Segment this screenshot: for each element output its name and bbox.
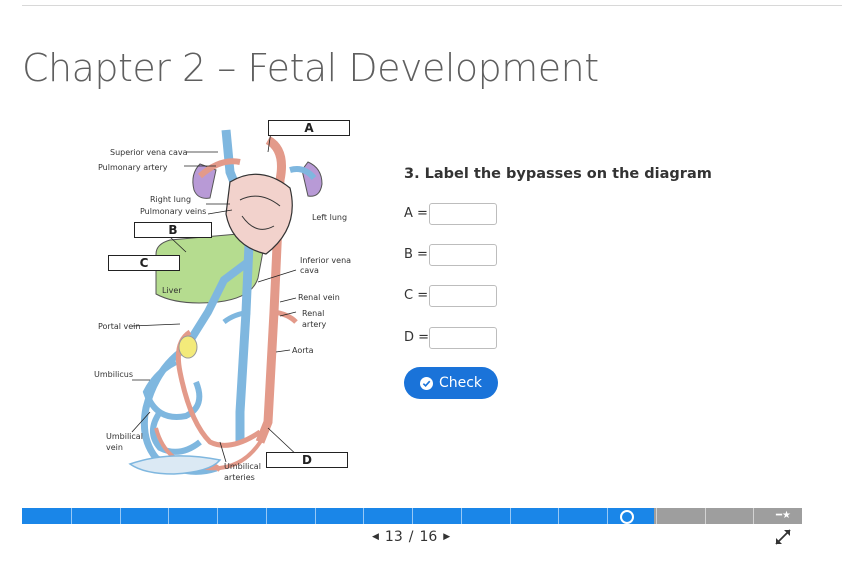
progress-divider	[753, 508, 754, 524]
prev-page-button[interactable]: ◀	[366, 532, 385, 542]
label-renal-artery-line2: artery	[302, 320, 327, 329]
progress-divider	[217, 508, 218, 524]
label-portal-vein: Portal vein	[98, 322, 141, 331]
next-page-button[interactable]: ▶	[437, 532, 456, 542]
label-inferior-vena-cava-line1: Inferior vena	[300, 256, 352, 265]
pager: ◀ 13 / 16 ▶	[366, 528, 456, 546]
answer-label-b: B =	[404, 247, 428, 262]
answer-label-d: D =	[404, 330, 430, 345]
progress-divider	[266, 508, 267, 524]
bypass-box-a: A	[268, 120, 350, 136]
check-button-label: Check	[438, 375, 483, 391]
progress-divider	[461, 508, 462, 524]
expand-icon[interactable]	[773, 527, 793, 547]
page-title: Chapter 2 – Fetal Development	[22, 46, 599, 90]
label-umbilical-vein-line2: vein	[106, 443, 123, 452]
top-divider	[22, 5, 842, 6]
label-right-lung: Right lung	[150, 195, 192, 204]
check-circle-icon	[419, 376, 433, 390]
pager-total: 16	[419, 529, 438, 545]
label-aorta: Aorta	[292, 346, 314, 355]
answer-label-a: A =	[404, 206, 428, 221]
label-left-lung: Left lung	[312, 213, 348, 222]
answer-input-c[interactable]	[429, 285, 497, 307]
label-umbilical-arteries-line1: Umbilical	[224, 462, 261, 471]
progress-divider	[656, 508, 657, 524]
label-inferior-vena-cava-line2: cava	[300, 266, 319, 275]
label-umbilical-arteries-line2: arteries	[224, 473, 255, 482]
progress-divider	[168, 508, 169, 524]
progress-fill	[22, 508, 654, 524]
bypass-box-d: D	[266, 452, 348, 468]
progress-divider	[558, 508, 559, 524]
progress-divider	[71, 508, 72, 524]
answer-input-b[interactable]	[429, 244, 497, 266]
fetal-circulation-diagram: Superior vena cava Pulmonary artery Righ…	[90, 112, 360, 504]
label-superior-vena-cava: Superior vena cava	[110, 148, 188, 157]
check-button[interactable]: Check	[404, 367, 498, 399]
label-liver: Liver	[162, 286, 182, 295]
progress-divider	[120, 508, 121, 524]
answer-input-a[interactable]	[429, 203, 497, 225]
progress-current-marker[interactable]	[620, 510, 634, 524]
answer-label-c: C =	[404, 288, 429, 303]
label-pulmonary-veins: Pulmonary veins	[140, 207, 207, 216]
label-umbilicus: Umbilicus	[94, 370, 134, 379]
pager-current: 13	[384, 529, 403, 545]
progress-divider	[607, 508, 608, 524]
pager-separator: /	[408, 529, 414, 545]
answer-input-d[interactable]	[429, 327, 497, 349]
label-renal-artery-line1: Renal	[302, 309, 325, 318]
progress-bar[interactable]: ━★	[22, 508, 802, 524]
label-renal-vein: Renal vein	[298, 293, 340, 302]
label-pulmonary-artery: Pulmonary artery	[98, 163, 168, 172]
bypass-box-c: C	[108, 255, 180, 271]
star-icon[interactable]: ━★	[776, 508, 791, 524]
progress-divider	[412, 508, 413, 524]
question-text: 3. Label the bypasses on the diagram	[404, 166, 712, 182]
progress-divider	[510, 508, 511, 524]
progress-divider	[705, 508, 706, 524]
progress-divider	[315, 508, 316, 524]
label-umbilical-vein-line1: Umbilical	[106, 432, 143, 441]
bypass-box-b: B	[134, 222, 212, 238]
progress-divider	[363, 508, 364, 524]
